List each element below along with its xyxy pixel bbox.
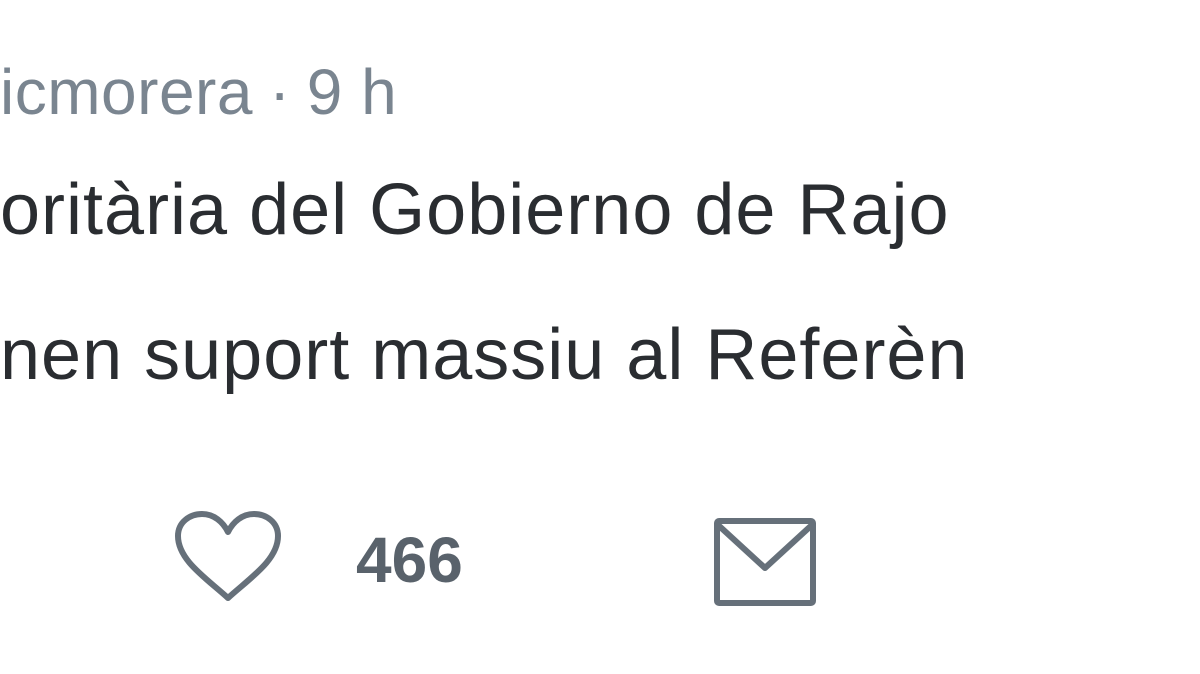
tweet-text-line-1: oritària del Gobierno de Rajo [0, 170, 950, 250]
tweet-card: icmorera · 9 h oritària del Gobierno de Ra… [0, 0, 1200, 674]
heart-icon [172, 508, 284, 613]
tweet-text-line-2: nen suport massiu al Referèn [0, 315, 969, 395]
user-handle[interactable]: icmorera [0, 56, 253, 128]
envelope-icon [712, 516, 818, 613]
tweet-meta: icmorera · 9 h [0, 52, 397, 132]
like-button[interactable]: 466 [172, 505, 463, 615]
meta-separator: · [268, 56, 291, 128]
tweet-timestamp[interactable]: 9 h [307, 56, 397, 128]
like-count: 466 [356, 524, 463, 596]
direct-message-button[interactable] [712, 516, 818, 612]
